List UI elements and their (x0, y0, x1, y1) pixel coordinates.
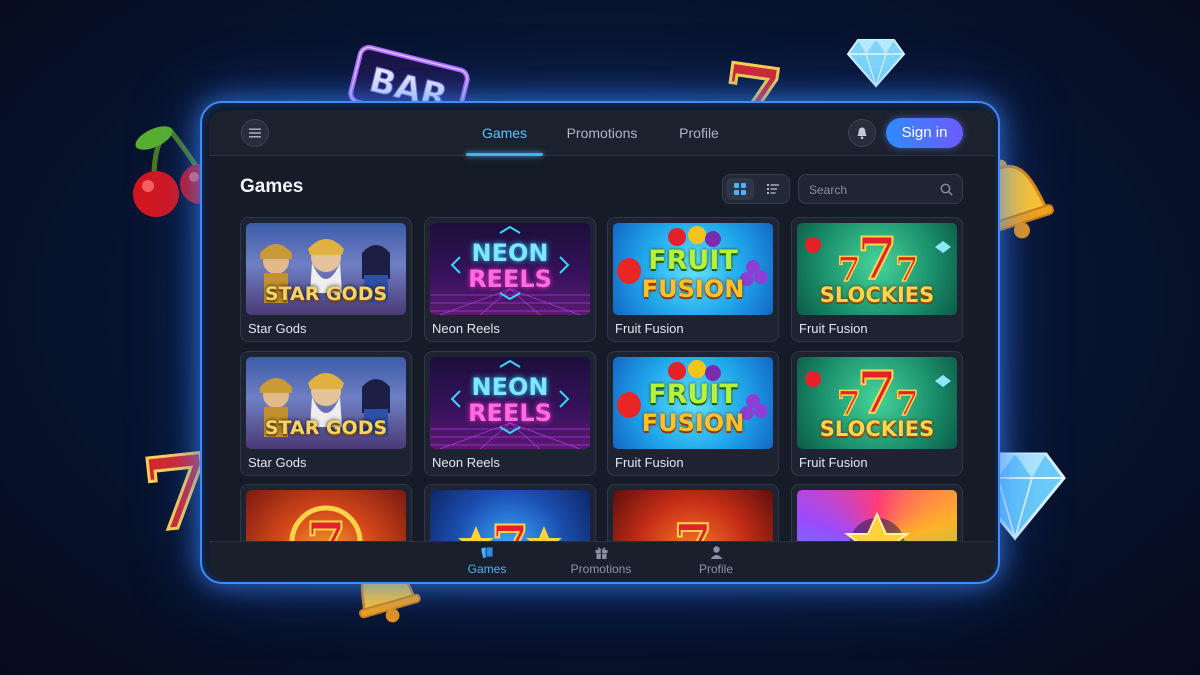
game-title: Fruit Fusion (799, 455, 868, 470)
game-thumbnail: FRUIT FUSION (613, 357, 773, 449)
search-icon[interactable] (940, 183, 953, 196)
stage: BAR 7 7 Games Promotions Profile Sign in… (0, 0, 1200, 675)
game-card[interactable]: FRUIT FUSION Fruit Fusion (607, 351, 779, 476)
list-view-button[interactable] (759, 178, 787, 200)
game-art-title: SLOCKIES (819, 283, 935, 307)
game-art-title-line2: REELS (468, 265, 552, 293)
game-card[interactable]: NEON REELS Neon Reels (424, 217, 596, 342)
game-art-title: SLOCKIES (819, 417, 935, 441)
view-toggle (722, 174, 790, 204)
game-card[interactable]: FRUIT FUSION Fruit Fusion (607, 217, 779, 342)
page-title: Games (240, 176, 304, 197)
bottom-nav-label: Promotions (570, 562, 632, 576)
search-input[interactable] (809, 181, 929, 199)
game-title: Neon Reels (432, 455, 500, 470)
tab-promotions[interactable]: Promotions (557, 110, 647, 156)
gift-icon (595, 547, 607, 559)
sign-in-button[interactable]: Sign in (886, 118, 963, 148)
game-thumbnail: STAR GODS (246, 357, 406, 449)
game-title: Fruit Fusion (615, 455, 684, 470)
game-title: Neon Reels (432, 321, 500, 336)
device-frame: Games Promotions Profile Sign in Games S… (200, 101, 1000, 584)
bottom-nav-games[interactable]: Games (442, 545, 532, 576)
top-nav-bar: Games Promotions Profile Sign in (209, 110, 995, 156)
diamond-icon (846, 39, 906, 89)
game-thumbnail: NEON REELS (430, 357, 590, 449)
game-card[interactable]: STAR GODS Star Gods (240, 351, 412, 476)
menu-button[interactable] (241, 119, 269, 147)
game-thumbnail: STAR GODS (246, 223, 406, 315)
game-card[interactable]: STAR GODS Star Gods (240, 217, 412, 342)
game-title: Fruit Fusion (799, 321, 868, 336)
game-art-title-line2: REELS (468, 399, 552, 427)
game-art-title-line1: FRUIT (648, 379, 738, 410)
game-title: Star Gods (248, 455, 307, 470)
list-icon (767, 184, 779, 194)
bottom-nav-label: Profile (698, 562, 733, 576)
game-art-title-line2: FUSION (641, 275, 745, 303)
game-card[interactable]: 7 7 7 SLOCKIES Fruit Fusion (791, 351, 963, 476)
user-icon (710, 546, 722, 559)
grid-icon (734, 183, 746, 195)
hamburger-icon (249, 128, 261, 138)
game-art-title-line1: FRUIT (648, 245, 738, 276)
game-art-title-line1: NEON (471, 239, 549, 267)
bottom-nav-label: Games (467, 562, 507, 576)
game-art-title: STAR GODS (264, 417, 388, 439)
game-title: Fruit Fusion (615, 321, 684, 336)
notifications-button[interactable] (848, 119, 876, 147)
app-screen: Games Promotions Profile Sign in Games S… (209, 110, 995, 579)
game-card[interactable]: NEON REELS Neon Reels (424, 351, 596, 476)
game-thumbnail: 7 7 7 SLOCKIES (797, 223, 957, 315)
bottom-nav-promotions[interactable]: Promotions (556, 545, 646, 576)
game-thumbnail: NEON REELS (430, 223, 590, 315)
bottom-nav-profile[interactable]: Profile (671, 545, 761, 576)
bottom-nav-bar: Games Promotions Profile (209, 541, 995, 579)
game-thumbnail: 7 7 7 SLOCKIES (797, 357, 957, 449)
game-art-title: STAR GODS (264, 283, 388, 305)
game-card[interactable]: 7 7 7 SLOCKIES Fruit Fusion (791, 217, 963, 342)
game-thumbnail: FRUIT FUSION (613, 223, 773, 315)
grid-view-button[interactable] (726, 178, 754, 200)
search-box (798, 174, 963, 204)
tab-profile[interactable]: Profile (667, 110, 731, 156)
bell-icon (857, 127, 867, 140)
game-art-title-line1: NEON (471, 373, 549, 401)
cards-icon (480, 546, 493, 558)
game-art-title-line2: FUSION (641, 409, 745, 437)
tab-games[interactable]: Games (466, 110, 543, 156)
game-title: Star Gods (248, 321, 307, 336)
active-tab-indicator (466, 153, 543, 156)
